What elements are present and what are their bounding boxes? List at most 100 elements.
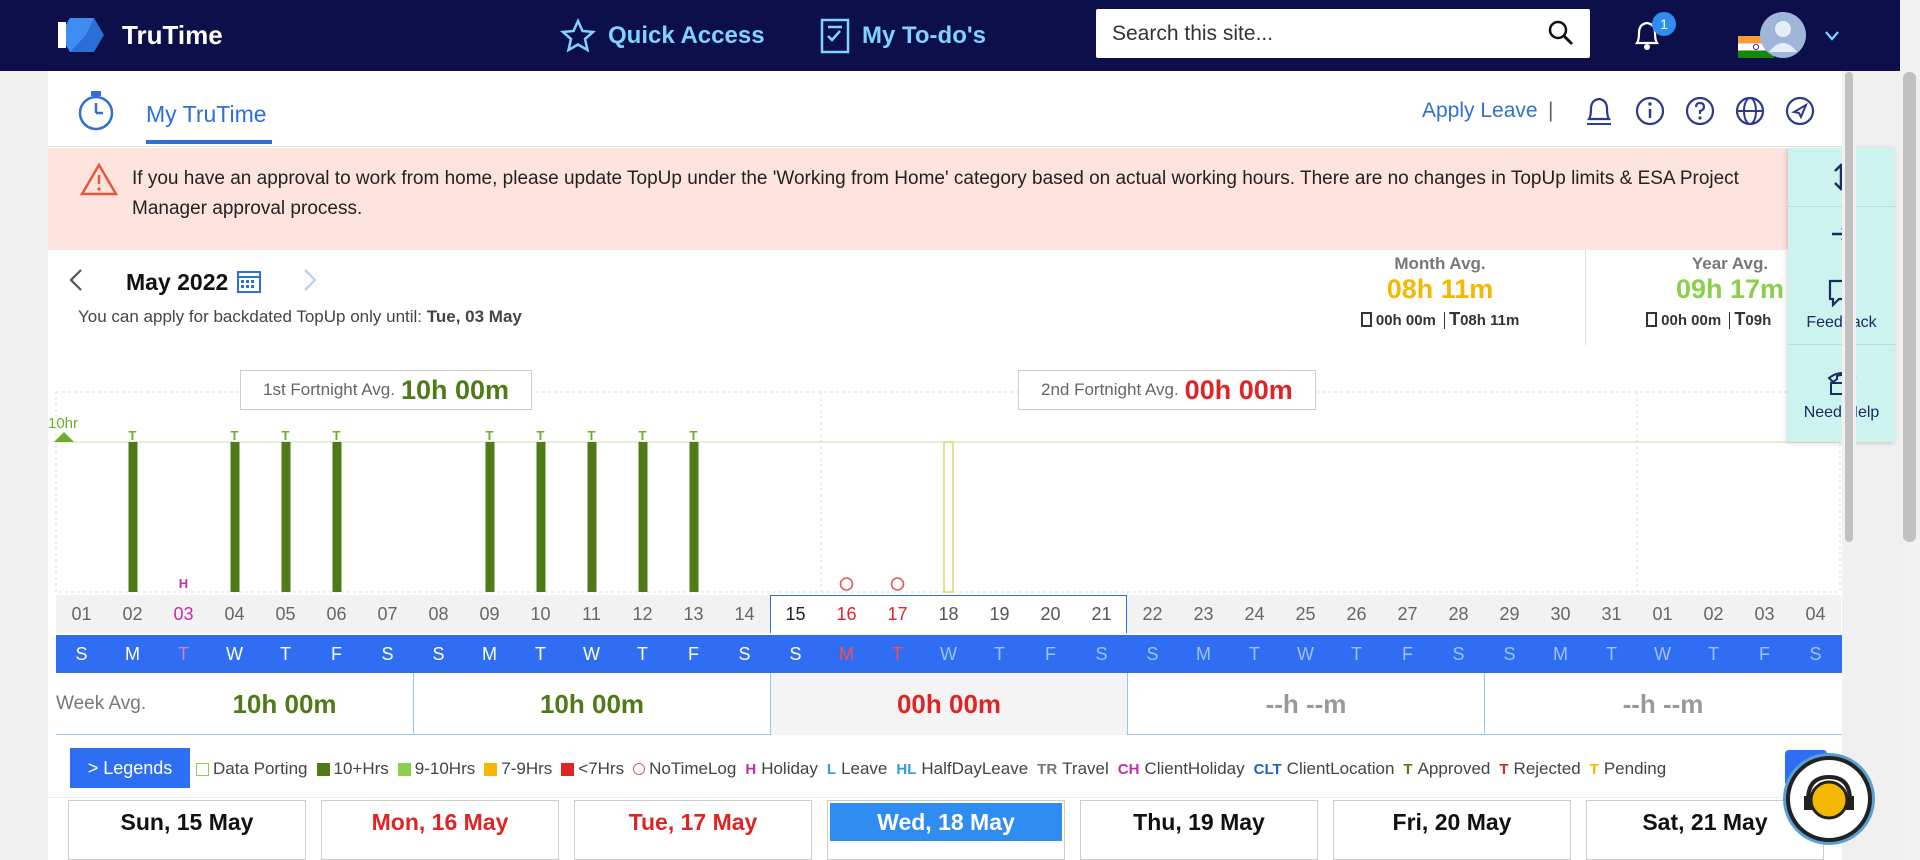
weekday-cell: F bbox=[1402, 644, 1413, 664]
legend-item: T Approved bbox=[1403, 759, 1490, 779]
date-cell[interactable]: 30 bbox=[1535, 595, 1586, 633]
globe-icon[interactable] bbox=[1734, 95, 1766, 127]
week-avg-cell: --h --m bbox=[1127, 673, 1484, 735]
support-chatbot-button[interactable] bbox=[1786, 756, 1872, 842]
apply-leave-link[interactable]: Apply Leave bbox=[1422, 99, 1538, 123]
quick-access-link[interactable]: Quick Access bbox=[560, 18, 765, 54]
date-cell[interactable]: 26 bbox=[1331, 595, 1382, 633]
legend-label: ClientHoliday bbox=[1144, 759, 1245, 778]
date-cell[interactable]: 06 bbox=[311, 595, 362, 633]
day-card-header[interactable]: Sun, 15 May bbox=[68, 800, 306, 860]
panel-scrollbar-thumb[interactable] bbox=[1845, 72, 1853, 542]
threshold-marker bbox=[54, 432, 74, 442]
date-cell[interactable]: 03 bbox=[1739, 595, 1790, 633]
week-avg-label: Week Avg. bbox=[56, 693, 147, 714]
date-cell[interactable]: 01 bbox=[1637, 595, 1688, 633]
day-card-header[interactable]: Thu, 19 May bbox=[1080, 800, 1318, 860]
month-avg-timesheet: 08h 11m bbox=[1460, 312, 1520, 329]
fortnight-1-value: 10h 00m bbox=[400, 374, 510, 405]
bar-day-13 bbox=[689, 442, 699, 592]
day-card-header[interactable]: Wed, 18 May bbox=[827, 800, 1065, 860]
current-month: May 2022 bbox=[126, 269, 229, 295]
scrollbar-thumb[interactable] bbox=[1903, 72, 1916, 542]
weekday-cell: F bbox=[331, 644, 342, 664]
weekday-cell: S bbox=[1146, 644, 1159, 664]
trutime-logo-icon[interactable] bbox=[56, 16, 106, 54]
day-card-header[interactable]: Fri, 20 May bbox=[1333, 800, 1571, 860]
weekday-cell: T bbox=[637, 644, 648, 664]
bar-day-10 bbox=[536, 442, 546, 592]
legend-item: T Pending bbox=[1590, 759, 1667, 779]
search-input[interactable] bbox=[1112, 9, 1532, 58]
approved-marker: T bbox=[231, 428, 239, 443]
date-cell[interactable]: 01 bbox=[56, 595, 107, 633]
search-icon[interactable] bbox=[1548, 20, 1574, 46]
legend-item: T Rejected bbox=[1499, 759, 1580, 779]
year-avg-attendance: 00h 00m bbox=[1661, 312, 1722, 329]
date-cell[interactable]: 13 bbox=[668, 595, 719, 633]
week-avg-cell: --h --m bbox=[1484, 673, 1841, 735]
weekday-cell: M bbox=[482, 644, 497, 664]
star-icon bbox=[560, 18, 596, 53]
legends-button[interactable]: > Legends bbox=[70, 748, 190, 788]
date-cell[interactable]: 25 bbox=[1280, 595, 1331, 633]
calendar-icon[interactable] bbox=[236, 268, 262, 294]
help-icon[interactable] bbox=[1684, 95, 1716, 127]
date-cell[interactable]: 29 bbox=[1484, 595, 1535, 633]
date-cell[interactable]: 04 bbox=[209, 595, 260, 633]
date-cell[interactable]: 04 bbox=[1790, 595, 1841, 633]
brand-name[interactable]: TruTime bbox=[122, 20, 223, 51]
date-cell[interactable]: 24 bbox=[1229, 595, 1280, 633]
weekday-cell: T bbox=[994, 644, 1005, 664]
weekday-cell: W bbox=[583, 644, 600, 664]
date-cell[interactable]: 31 bbox=[1586, 595, 1637, 633]
date-cell[interactable]: 12 bbox=[617, 595, 668, 633]
date-cell[interactable]: 07 bbox=[362, 595, 413, 633]
day-card-header[interactable]: Mon, 16 May bbox=[321, 800, 559, 860]
weekday-cell: S bbox=[789, 644, 802, 664]
bar-day-02 bbox=[128, 442, 138, 592]
chevron-down-icon[interactable] bbox=[1824, 30, 1840, 42]
weekday-cell: F bbox=[688, 644, 699, 664]
date-cell[interactable]: 11 bbox=[566, 595, 617, 633]
date-cell[interactable]: 14 bbox=[719, 595, 770, 633]
date-cell[interactable]: 22 bbox=[1127, 595, 1178, 633]
alert-bell-icon[interactable] bbox=[1584, 95, 1614, 127]
legend-code: CLT bbox=[1253, 760, 1282, 778]
quick-access-label: Quick Access bbox=[608, 22, 765, 49]
date-cell[interactable]: 02 bbox=[1688, 595, 1739, 633]
date-cell[interactable]: 02 bbox=[107, 595, 158, 633]
date-cell[interactable]: 08 bbox=[413, 595, 464, 633]
tab-my-trutime[interactable]: My TruTime bbox=[146, 101, 272, 144]
date-row: 01 02 03 04 05 06 07 08 09 10 11 12 13 14 15 16 17 18 19 20… bbox=[56, 595, 1842, 633]
legend-swatch bbox=[484, 762, 498, 776]
date-cell[interactable]: 27 bbox=[1382, 595, 1433, 633]
date-cell[interactable]: 28 bbox=[1433, 595, 1484, 633]
legend-item: CH ClientHoliday bbox=[1118, 759, 1245, 779]
weekday-cell: W bbox=[940, 644, 957, 664]
legend-code: TR bbox=[1037, 760, 1058, 778]
navigate-icon[interactable] bbox=[1784, 95, 1816, 127]
weekday-cell: S bbox=[381, 644, 394, 664]
date-cell[interactable]: 23 bbox=[1178, 595, 1229, 633]
date-cell[interactable]: 09 bbox=[464, 595, 515, 633]
date-cell[interactable]: 05 bbox=[260, 595, 311, 633]
legend-item: CLT ClientLocation bbox=[1254, 759, 1395, 779]
bar-day-09 bbox=[485, 442, 495, 592]
my-todos-link[interactable]: My To-do's bbox=[820, 18, 986, 54]
next-month-icon[interactable] bbox=[302, 268, 318, 292]
week-avg-row: Week Avg. 10h 00m 10h 00m 00h 00m --h --m --… bbox=[56, 673, 1842, 735]
date-cell[interactable]: 03 bbox=[158, 595, 209, 633]
legend-label: 10+Hrs bbox=[333, 759, 389, 778]
info-icon[interactable] bbox=[1634, 95, 1666, 127]
legend-code: HL bbox=[896, 760, 917, 778]
date-cell[interactable]: 10 bbox=[515, 595, 566, 633]
legend-label: <7Hrs bbox=[578, 759, 625, 778]
selected-day-label[interactable]: Wed, 18 May bbox=[830, 803, 1062, 841]
today-placeholder-bar bbox=[943, 441, 954, 593]
day-card-header[interactable]: Tue, 17 May bbox=[574, 800, 812, 860]
prev-month-icon[interactable] bbox=[68, 268, 84, 292]
legend-label: 9-10Hrs bbox=[414, 759, 476, 778]
my-todos-label: My To-do's bbox=[862, 22, 986, 49]
user-avatar[interactable] bbox=[1760, 12, 1806, 58]
